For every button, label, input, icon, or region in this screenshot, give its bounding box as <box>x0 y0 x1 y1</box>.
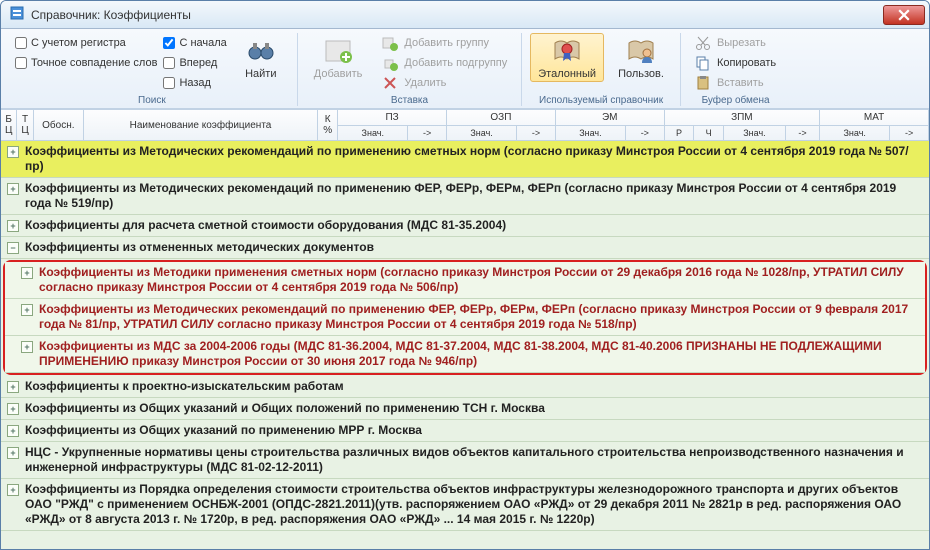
col-em[interactable]: ЭМ <box>555 110 664 126</box>
close-icon <box>898 9 910 21</box>
tree-row[interactable]: + Коэффициенты из Общих указаний и Общих… <box>1 398 929 420</box>
paste-button[interactable]: Вставить <box>689 73 782 93</box>
delete-button[interactable]: Удалить <box>376 73 513 93</box>
book-user-icon <box>625 35 657 67</box>
tree-row[interactable]: + Коэффициенты к проектно-изыскательским… <box>1 376 929 398</box>
paste-icon <box>695 75 711 91</box>
reference-button[interactable]: Эталонный <box>530 33 604 82</box>
ribbon-group-search: С учетом регистра Точное совпадение слов… <box>7 33 298 106</box>
binoculars-icon <box>245 35 277 67</box>
expand-icon[interactable]: + <box>7 403 19 415</box>
tree-row[interactable]: + Коэффициенты из Общих указаний по прим… <box>1 420 929 442</box>
expand-icon[interactable]: + <box>7 447 19 459</box>
col-bc[interactable]: Б Ц <box>1 110 17 140</box>
tree-content[interactable]: + Коэффициенты из Методических рекоменда… <box>1 141 929 549</box>
ribbon-group-insert: Добавить Добавить группу Добавить подгру… <box>298 33 522 106</box>
forward-checkbox[interactable]: Вперед <box>163 53 226 73</box>
exact-match-checkbox[interactable]: Точное совпадение слов <box>15 53 157 73</box>
titlebar: Справочник: Коэффициенты <box>1 1 929 29</box>
cut-button[interactable]: Вырезать <box>689 33 782 53</box>
grid-header: Б Ц Т Ц Обосн. Наименование коэффициента… <box>1 109 929 141</box>
copy-icon <box>695 55 711 71</box>
window-title: Справочник: Коэффициенты <box>31 8 883 22</box>
delete-icon <box>382 75 398 91</box>
col-ozp[interactable]: ОЗП <box>446 110 555 126</box>
col-pz[interactable]: ПЗ <box>338 110 447 126</box>
tree-row[interactable]: + Коэффициенты из Методических рекоменда… <box>1 178 929 215</box>
window-close-button[interactable] <box>883 5 925 25</box>
group-label: Буфер обмена <box>689 95 782 106</box>
tree-row[interactable]: + Коэффициенты из Методических рекоменда… <box>1 141 929 178</box>
user-button[interactable]: Пользов. <box>610 33 672 82</box>
tree-row[interactable]: + Коэффициенты из МДС за 2004-2006 годы … <box>5 336 925 373</box>
find-button[interactable]: Найти <box>233 33 289 82</box>
backward-checkbox[interactable]: Назад <box>163 73 226 93</box>
add-group-button[interactable]: Добавить группу <box>376 33 513 53</box>
book-award-icon <box>551 35 583 67</box>
with-case-checkbox[interactable]: С учетом регистра <box>15 33 157 53</box>
expand-icon[interactable]: + <box>21 304 33 316</box>
expand-icon[interactable]: + <box>7 425 19 437</box>
expand-icon[interactable]: + <box>7 220 19 232</box>
expand-icon[interactable]: + <box>7 484 19 496</box>
group-label: Вставка <box>306 95 513 106</box>
expand-icon[interactable]: + <box>7 146 19 158</box>
expand-icon[interactable]: + <box>21 267 33 279</box>
col-name[interactable]: Наименование коэффициента <box>83 110 317 140</box>
add-group-icon <box>382 35 398 51</box>
tree-row[interactable]: + Коэффициенты для расчета сметной стоим… <box>1 215 929 237</box>
col-basis[interactable]: Обосн. <box>33 110 83 140</box>
col-tc[interactable]: Т Ц <box>17 110 33 140</box>
expand-icon[interactable]: + <box>7 183 19 195</box>
ribbon: С учетом регистра Точное совпадение слов… <box>1 29 929 109</box>
add-icon <box>322 35 354 67</box>
expand-icon[interactable]: + <box>21 341 33 353</box>
tree-row[interactable]: + Коэффициенты из Методических рекоменда… <box>5 299 925 336</box>
tree-row[interactable]: + Коэффициенты из Методики применения см… <box>5 262 925 299</box>
tree-row[interactable]: − Коэффициенты из отмененных методически… <box>1 237 929 259</box>
col-zpm[interactable]: ЗПМ <box>664 110 819 126</box>
copy-button[interactable]: Копировать <box>689 53 782 73</box>
add-subgroup-icon <box>382 55 398 71</box>
group-label: Используемый справочник <box>530 95 672 106</box>
expand-icon[interactable]: + <box>7 381 19 393</box>
add-subgroup-button[interactable]: Добавить подгруппу <box>376 53 513 73</box>
from-start-checkbox[interactable]: С начала <box>163 33 226 53</box>
highlighted-group: + Коэффициенты из Методики применения см… <box>3 260 927 375</box>
collapse-icon[interactable]: − <box>7 242 19 254</box>
ribbon-group-clipboard: Вырезать Копировать Вставить Буфер обмен… <box>681 33 790 106</box>
col-kpct[interactable]: К % <box>318 110 338 140</box>
app-icon <box>9 5 25 24</box>
tree-row[interactable]: + Коэффициенты из Порядка определения ст… <box>1 479 929 531</box>
scissors-icon <box>695 35 711 51</box>
tree-row[interactable]: + НЦС - Укрупненные нормативы цены строи… <box>1 442 929 479</box>
col-mat[interactable]: МАТ <box>820 110 929 126</box>
add-button[interactable]: Добавить <box>306 33 371 82</box>
ribbon-group-used: Эталонный Пользов. Используемый справочн… <box>522 33 681 106</box>
group-label: Поиск <box>15 95 289 106</box>
